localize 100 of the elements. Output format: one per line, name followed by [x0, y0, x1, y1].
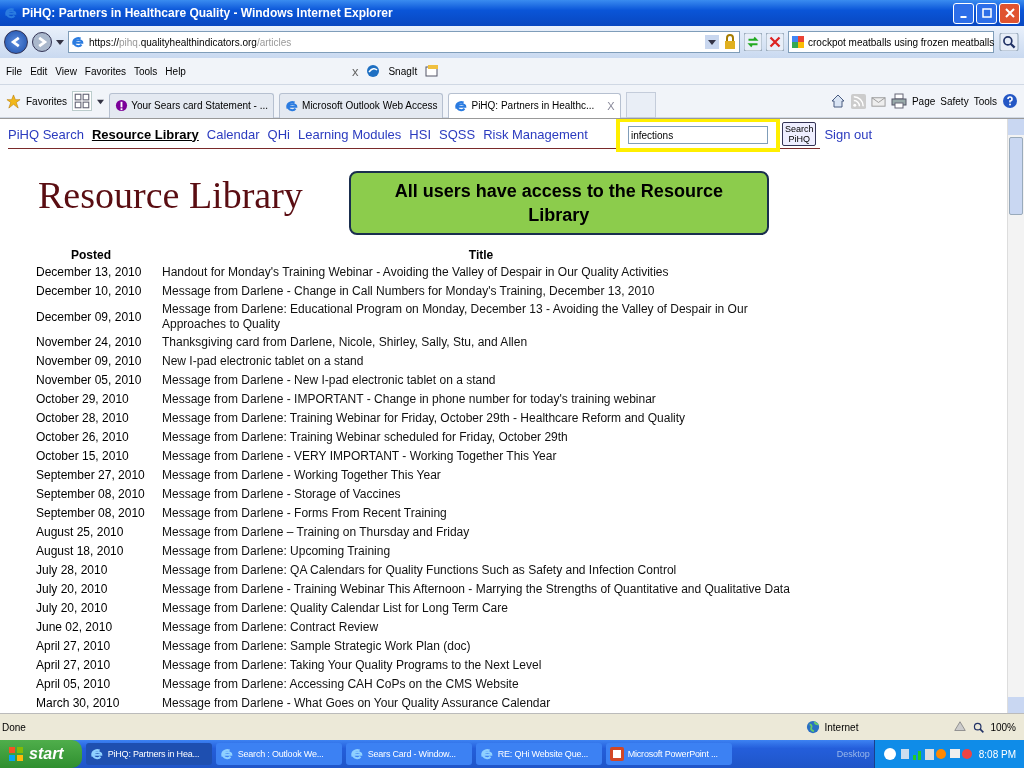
zoom-level[interactable]: 100%: [990, 721, 1016, 733]
date-cell-text: December 09, 2010: [35, 308, 143, 326]
nav-link[interactable]: Resource Library: [91, 126, 199, 142]
home-icon[interactable]: [829, 93, 846, 109]
date-cell-text: October 26, 2010: [35, 429, 130, 446]
title-link[interactable]: Message from Darlene - What Goes on Your Quality Assurance Calendar: [154, 694, 808, 713]
title-link[interactable]: Message from Darlene: Taking Your Quality Programs to the Next Level: [154, 656, 808, 675]
title-link[interactable]: New I-pad electronic tablet on a stand: [154, 352, 808, 371]
taskbar-button[interactable]: Microsoft PowerPoint ...: [605, 743, 732, 765]
scrollbar[interactable]: [1007, 119, 1024, 713]
menu-item[interactable]: Edit: [30, 65, 48, 77]
title-link[interactable]: Message from Darlene: Educational Program on Monday, December 13 - Avoiding the Valley of Despair in Our Approaches to Quality: [154, 301, 808, 333]
date-cell-text: March 30, 2010: [35, 695, 121, 712]
nav-link[interactable]: Learning Modules: [297, 126, 402, 142]
tab-close-button[interactable]: X: [607, 99, 615, 112]
zoom-icon[interactable]: [972, 720, 986, 734]
taskbar-button[interactable]: RE: QHi Website Que...: [475, 743, 602, 765]
browser-logo-icon: [479, 747, 494, 761]
column-header: Posted: [70, 247, 112, 263]
taskbar-button[interactable]: PiHQ: Partners in Hea...: [85, 743, 212, 765]
globe-icon: [805, 720, 820, 734]
dropdown-icon[interactable]: [705, 35, 719, 49]
quick-tabs-icon[interactable]: [72, 91, 93, 111]
title-link[interactable]: Message from Darlene - Working Together This Year: [154, 466, 808, 485]
snagit-button[interactable]: SnagIt: [388, 65, 418, 77]
back-button[interactable]: [4, 30, 28, 54]
title-link[interactable]: Message from Darlene: Contract Review: [154, 618, 808, 637]
menu-item[interactable]: Help: [165, 65, 186, 77]
stop-icon[interactable]: [766, 33, 784, 51]
close-toolbar-button[interactable]: x: [351, 63, 359, 79]
menu-item[interactable]: View: [55, 65, 77, 77]
search-field[interactable]: crockpot meatballs using frozen meatballs: [788, 31, 994, 53]
date-cell-text: September 27, 2010: [35, 467, 146, 484]
date-cell-text: July 28, 2010: [35, 562, 109, 579]
title-link[interactable]: Message from Darlene - Training Webinar This Afternoon - Marrying the Strengths of Quantitative and Qualitative Data: [154, 580, 808, 599]
minimize-button[interactable]: [953, 2, 974, 24]
forward-button[interactable]: [32, 32, 52, 52]
date-cell-text: December 13, 2010: [35, 264, 143, 281]
nav-link[interactable]: SQSS: [439, 126, 476, 142]
taskbar-button[interactable]: Sears Card - Window...: [345, 743, 472, 765]
date-cell-text: September 08, 2010: [35, 486, 146, 503]
nav-link[interactable]: PiHQ Search: [8, 126, 84, 142]
title-link[interactable]: Message from Darlene – Training on Thursday and Friday: [154, 523, 808, 542]
date-cell-text: August 25, 2010: [35, 524, 125, 541]
nav-link[interactable]: Risk Management: [483, 126, 588, 142]
title-link[interactable]: Message from Darlene: QA Calendars for Quality Functions Such as Safety and Infection Control: [154, 561, 808, 580]
title-link[interactable]: Message from Darlene - New I-pad electronic tablet on a stand: [154, 371, 808, 390]
lock-icon: [723, 34, 737, 50]
date-cell-text: July 20, 2010: [35, 581, 109, 598]
title-link[interactable]: Message from Darlene: Training Webinar for Friday, October 29th - Healthcare Reform and Quality: [154, 409, 808, 428]
title-link[interactable]: Message from Darlene: Upcoming Training: [154, 542, 808, 561]
command-menu[interactable]: Tools: [973, 95, 997, 107]
capture-icon[interactable]: [425, 64, 440, 78]
title-link[interactable]: Thanksgiving card from Darlene, Nicole, Shirley, Sally, Stu, and Allen: [154, 333, 808, 352]
command-menu[interactable]: Page: [911, 95, 936, 107]
refresh-icon[interactable]: [744, 33, 762, 51]
menu-item[interactable]: File: [6, 65, 23, 77]
browser-logo-icon: [349, 747, 364, 761]
date-cell-text: November 24, 2010: [35, 334, 143, 351]
date-cell-text: October 28, 2010: [35, 410, 130, 427]
printer-icon[interactable]: [890, 93, 907, 109]
address-field[interactable]: https://pihq.qualityhealthindicators.org/articles: [68, 31, 740, 53]
menu-item[interactable]: Tools: [134, 65, 158, 77]
favorites-button[interactable]: Favorites: [26, 95, 68, 107]
star-icon[interactable]: [6, 93, 21, 109]
search-provider-icon: [792, 36, 804, 48]
title-link[interactable]: Message from Darlene: Sample Strategic Work Plan (doc): [154, 637, 808, 656]
date-cell-text: June 02, 2010: [35, 619, 114, 636]
browser-logo-icon: [4, 6, 18, 20]
title-link[interactable]: Handout for Monday's Training Webinar - Avoiding the Valley of Despair in Our Quality Activities: [154, 263, 808, 282]
title-link[interactable]: Message from Darlene: Quality Calendar List for Long Term Care: [154, 599, 808, 618]
menu-item[interactable]: Favorites: [84, 65, 126, 77]
browser-tab[interactable]: Your Sears card Statement - ...: [109, 92, 275, 118]
maximize-button[interactable]: [976, 2, 997, 24]
title-link[interactable]: Message from Darlene - VERY IMPORTANT - Working Together This Year: [154, 447, 808, 466]
sign-out-link[interactable]: Sign out: [824, 126, 873, 142]
nav-link[interactable]: Calendar: [206, 126, 260, 142]
close-button[interactable]: [999, 2, 1020, 24]
nav-link[interactable]: HSI: [409, 126, 431, 142]
date-cell-text: July 20, 2010: [35, 600, 109, 617]
site-search-field[interactable]: infections: [627, 126, 768, 144]
title-link[interactable]: Message from Darlene: Training Webinar scheduled for Friday, October 29th: [154, 428, 808, 447]
title-link[interactable]: Message from Darlene - Forms From Recent Training: [154, 504, 808, 523]
browser-tab[interactable]: Microsoft Outlook Web Access: [279, 92, 444, 118]
taskbar-button[interactable]: Search : Outlook We...: [215, 743, 342, 765]
windows-logo-icon: [8, 746, 24, 762]
callout: All users have access to the Resource Library: [348, 171, 769, 235]
search-icon[interactable]: [998, 33, 1020, 51]
browser-tab[interactable]: PiHQ: Partners in Healthc... X: [448, 92, 621, 118]
title-link[interactable]: Message from Darlene: Accessing CAH CoPs on the CMS Website: [154, 675, 808, 694]
title-link[interactable]: Message from Darlene - Storage of Vaccines: [154, 485, 808, 504]
dropdown-icon[interactable]: [56, 38, 64, 46]
date-cell-text: April 27, 2010: [35, 638, 112, 655]
search-button[interactable]: Search PiHQ: [781, 122, 817, 146]
nav-link[interactable]: QHi: [267, 126, 290, 142]
dropdown-icon[interactable]: [97, 97, 105, 105]
title-link[interactable]: Message from Darlene - IMPORTANT - Change in phone number for today's training webinar: [154, 390, 808, 409]
title-link[interactable]: Message from Darlene - Change in Call Numbers for Monday's Training, December 13, 2010: [154, 282, 808, 301]
command-menu[interactable]: Safety: [940, 95, 969, 107]
help-icon[interactable]: [1002, 93, 1018, 109]
